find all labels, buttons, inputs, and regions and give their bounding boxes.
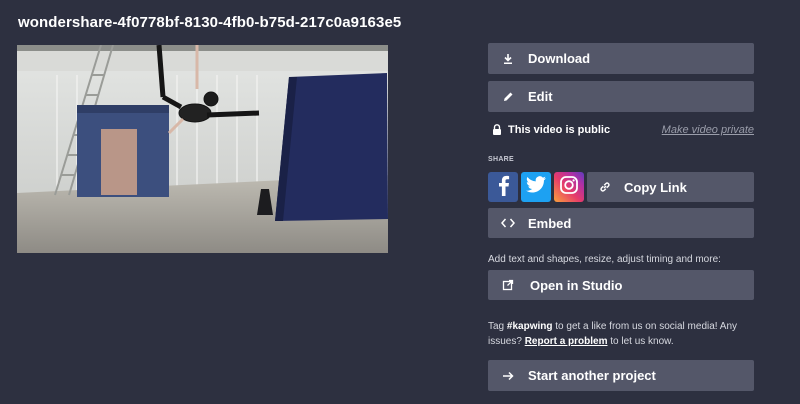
edit-button[interactable]: Edit bbox=[488, 81, 754, 112]
twitter-share-button[interactable] bbox=[521, 172, 551, 202]
tagline-pre: Tag bbox=[488, 321, 507, 332]
download-button[interactable]: Download bbox=[488, 43, 754, 74]
download-label: Download bbox=[528, 51, 591, 66]
studio-hint: Add text and shapes, resize, adjust timi… bbox=[488, 254, 721, 265]
video-frame bbox=[17, 45, 388, 253]
page-title: wondershare-4f0778bf-8130-4fb0-b75d-217c… bbox=[18, 14, 402, 31]
instagram-icon bbox=[559, 175, 579, 200]
external-link-icon bbox=[500, 277, 516, 293]
kapwing-hashtag: #kapwing bbox=[506, 321, 553, 332]
report-problem-link[interactable]: Report a problem bbox=[525, 336, 608, 347]
visibility-row: This video is public Make video private bbox=[488, 123, 754, 139]
copy-link-button[interactable]: Copy Link bbox=[587, 172, 754, 202]
download-icon bbox=[500, 51, 516, 67]
lock-icon bbox=[492, 124, 502, 138]
open-studio-label: Open in Studio bbox=[530, 277, 623, 293]
pencil-icon bbox=[500, 89, 516, 105]
embed-button[interactable]: Embed bbox=[488, 208, 754, 238]
embed-label: Embed bbox=[528, 215, 572, 231]
feedback-text: Tag #kapwing to get a like from us on so… bbox=[488, 319, 738, 349]
copy-link-label: Copy Link bbox=[624, 179, 687, 195]
edit-label: Edit bbox=[528, 89, 553, 104]
facebook-share-button[interactable] bbox=[488, 172, 518, 202]
open-studio-button[interactable]: Open in Studio bbox=[488, 270, 754, 300]
arrow-right-icon bbox=[500, 368, 516, 384]
twitter-icon bbox=[526, 176, 546, 198]
share-heading: SHARE bbox=[488, 156, 515, 163]
make-private-link[interactable]: Make video private bbox=[662, 124, 754, 136]
facebook-icon bbox=[495, 174, 511, 201]
start-project-label: Start another project bbox=[528, 368, 656, 383]
visibility-status: This video is public bbox=[508, 124, 611, 136]
code-icon bbox=[500, 215, 516, 231]
video-preview[interactable] bbox=[17, 45, 388, 253]
link-icon bbox=[599, 181, 611, 193]
instagram-share-button[interactable] bbox=[554, 172, 584, 202]
start-project-button[interactable]: Start another project bbox=[488, 360, 754, 391]
tagline-post: to let us know. bbox=[607, 336, 674, 347]
